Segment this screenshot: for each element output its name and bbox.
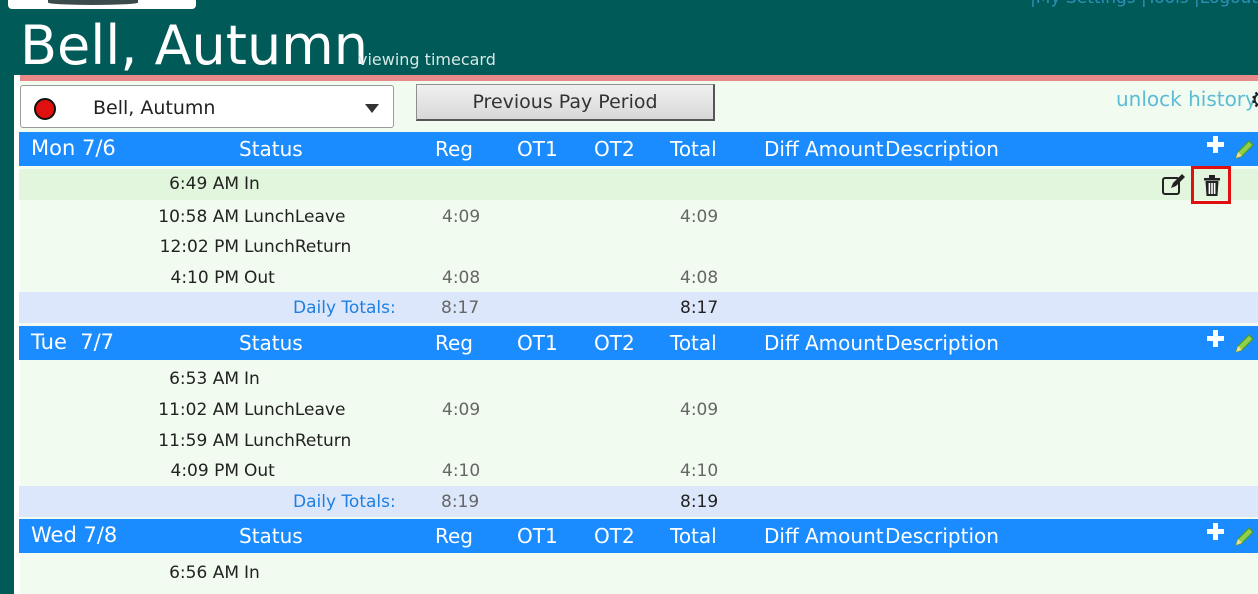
pencil-icon[interactable]: [1232, 138, 1256, 162]
col-ot1: OT1: [517, 137, 558, 161]
punch-status: LunchLeave: [244, 207, 346, 227]
punch-row[interactable]: 4:10 PM Out 4:08 4:08: [19, 263, 1258, 294]
daily-totals-row: Daily Totals: 8:19 8:19: [19, 486, 1258, 517]
gear-icon[interactable]: ⚙: [1250, 89, 1258, 111]
add-punch-icon[interactable]: [1207, 330, 1224, 347]
page-title: Bell, Autumn: [20, 14, 368, 77]
day-label: Wed 7/8: [31, 523, 118, 547]
pencil-icon[interactable]: [1232, 525, 1256, 549]
day-label: Mon 7/6: [31, 136, 116, 160]
col-reg: Reg: [435, 137, 473, 161]
col-amount: Amount: [805, 331, 884, 355]
col-reg: Reg: [435, 524, 473, 548]
daily-totals-reg: 8:19: [441, 492, 480, 512]
col-ot1: OT1: [517, 331, 558, 355]
punch-time: 10:58 AM: [158, 207, 239, 227]
day-header: Wed 7/8 Status Reg OT1 OT2 Total Diff Am…: [19, 519, 1258, 553]
daily-totals-reg: 8:17: [441, 298, 480, 318]
col-status: Status: [239, 137, 303, 161]
col-ot2: OT2: [594, 524, 635, 548]
col-diff: Diff: [764, 137, 799, 161]
col-amount: Amount: [805, 137, 884, 161]
punch-reg: 4:10: [442, 461, 481, 481]
col-description: Description: [885, 331, 999, 355]
punch-reg: 4:09: [442, 207, 481, 227]
punch-status: In: [244, 369, 260, 389]
col-ot2: OT2: [594, 137, 635, 161]
col-total: Total: [670, 331, 717, 355]
punch-status: LunchReturn: [244, 431, 352, 451]
col-total: Total: [670, 524, 717, 548]
col-diff: Diff: [764, 524, 799, 548]
punch-time: 6:56 AM: [169, 563, 239, 583]
chevron-down-icon[interactable]: [365, 104, 379, 113]
punch-row[interactable]: 6:49 AM In: [19, 166, 1258, 204]
top-nav-links[interactable]: |My Settings |Tools |Logout: [1030, 0, 1258, 8]
previous-pay-period-button[interactable]: Previous Pay Period: [416, 84, 715, 121]
punch-row[interactable]: 6:53 AM In: [19, 364, 1258, 395]
daily-totals-total: 8:17: [680, 298, 719, 318]
col-status: Status: [239, 331, 303, 355]
page-subtitle: viewing timecard: [358, 50, 496, 69]
edit-icon[interactable]: [1161, 173, 1187, 197]
punch-status: In: [244, 174, 260, 194]
punch-row[interactable]: 11:02 AM LunchLeave 4:09 4:09: [19, 395, 1258, 426]
col-status: Status: [239, 524, 303, 548]
col-ot1: OT1: [517, 524, 558, 548]
punch-time: 4:10 PM: [170, 268, 240, 288]
employee-status-icon: [34, 98, 56, 120]
punch-time: 12:02 PM: [159, 237, 239, 257]
punch-status: Out: [244, 461, 275, 481]
day-header: Mon 7/6 Status Reg OT1 OT2 Total Diff Am…: [19, 132, 1258, 166]
daily-totals-total: 8:19: [680, 492, 719, 512]
alert-bar: [20, 75, 1258, 81]
punch-time: 4:09 PM: [170, 461, 240, 481]
punch-row[interactable]: 10:58 AM LunchLeave 4:09 4:09: [19, 202, 1258, 233]
col-total: Total: [670, 137, 717, 161]
punch-status: In: [244, 563, 260, 583]
daily-totals-label: Daily Totals:: [293, 492, 396, 512]
trash-icon: [1204, 175, 1220, 196]
daily-totals-label: Daily Totals:: [293, 298, 396, 318]
col-amount: Amount: [805, 524, 884, 548]
add-punch-icon[interactable]: [1207, 523, 1224, 540]
col-description: Description: [885, 524, 999, 548]
day-label: Tue 7/7: [31, 330, 115, 354]
punch-row[interactable]: 4:09 PM Out 4:10 4:10: [19, 456, 1258, 487]
logo: [8, 0, 196, 9]
employee-select[interactable]: Bell, Autumn: [20, 85, 394, 128]
punch-total: 4:09: [680, 400, 719, 420]
punch-status: LunchReturn: [244, 237, 352, 257]
punch-total: 4:09: [680, 207, 719, 227]
punch-status: LunchLeave: [244, 400, 346, 420]
unlock-history-link[interactable]: unlock history: [1116, 87, 1257, 111]
punch-time: 11:02 AM: [158, 400, 239, 420]
employee-select-value: Bell, Autumn: [93, 97, 216, 119]
punch-time: 6:53 AM: [169, 369, 239, 389]
punch-row[interactable]: 6:56 AM In: [19, 558, 1258, 589]
pencil-icon[interactable]: [1232, 332, 1256, 356]
punch-reg: 4:09: [442, 400, 481, 420]
punch-time: 6:49 AM: [169, 174, 239, 194]
punch-row[interactable]: 11:59 AM LunchReturn: [19, 426, 1258, 457]
punch-total: 4:10: [680, 461, 719, 481]
col-ot2: OT2: [594, 331, 635, 355]
col-description: Description: [885, 137, 999, 161]
day-header: Tue 7/7 Status Reg OT1 OT2 Total Diff Am…: [19, 326, 1258, 360]
punch-row[interactable]: 12:02 PM LunchReturn: [19, 232, 1258, 263]
punch-total: 4:08: [680, 268, 719, 288]
punch-status: Out: [244, 268, 275, 288]
delete-punch-button[interactable]: [1191, 166, 1231, 204]
add-punch-icon[interactable]: [1207, 136, 1224, 153]
punch-time: 11:59 AM: [158, 431, 239, 451]
punch-reg: 4:08: [442, 268, 481, 288]
daily-totals-row: Daily Totals: 8:17 8:17: [19, 292, 1258, 323]
timecard-panel: Bell, Autumn Previous Pay Period unlock …: [14, 75, 1258, 594]
col-diff: Diff: [764, 331, 799, 355]
col-reg: Reg: [435, 331, 473, 355]
